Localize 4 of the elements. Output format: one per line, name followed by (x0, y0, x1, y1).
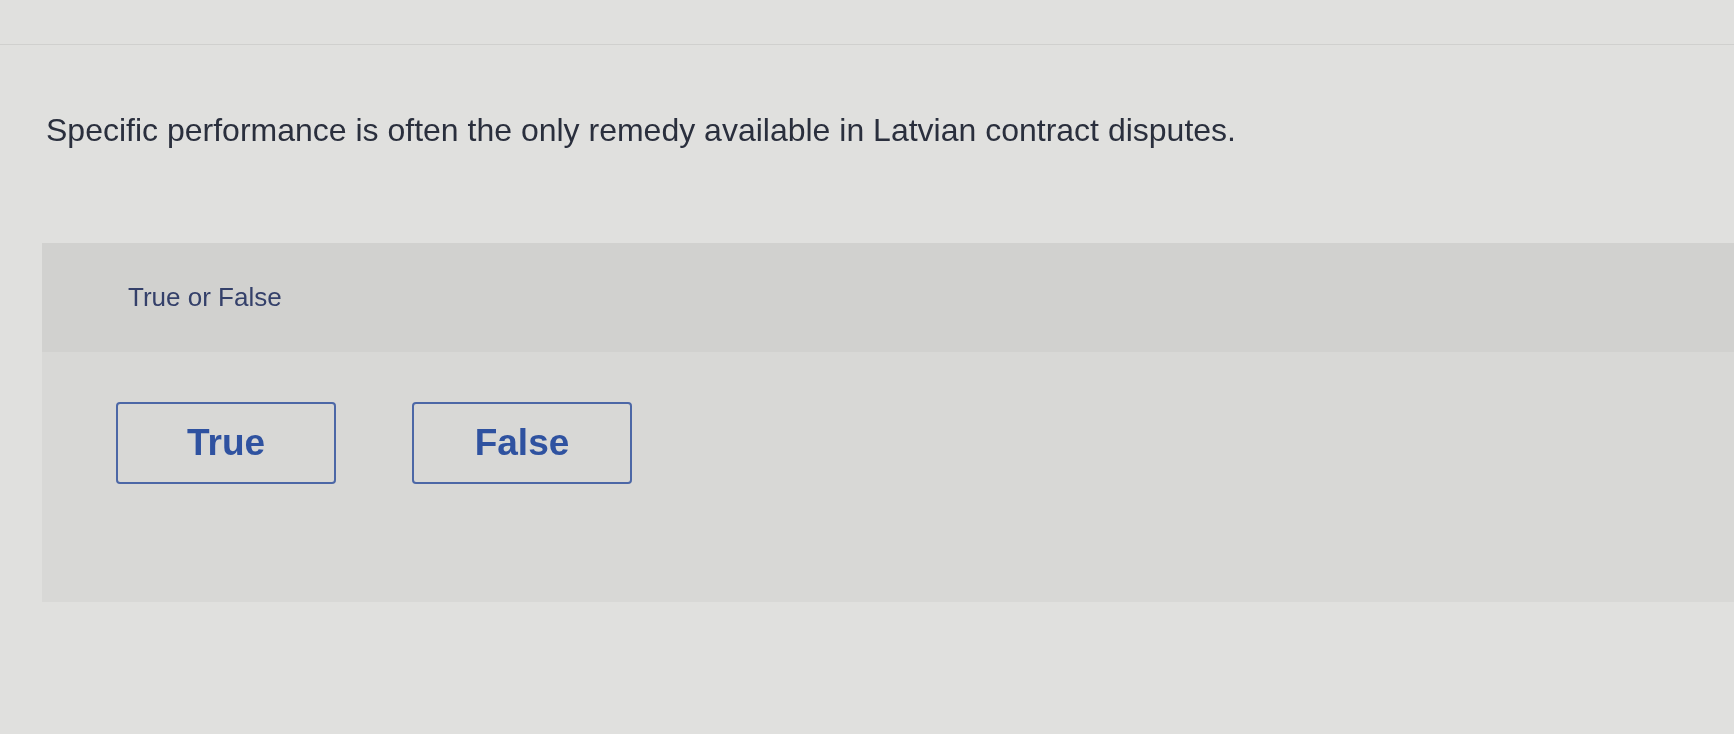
answer-option-button[interactable]: True (116, 402, 336, 484)
answer-option-button[interactable]: False (412, 402, 632, 484)
question-text: Specific performance is often the only remedy available in Latvian contract disputes. (46, 111, 1236, 149)
prompt-text: True or False (128, 282, 282, 313)
